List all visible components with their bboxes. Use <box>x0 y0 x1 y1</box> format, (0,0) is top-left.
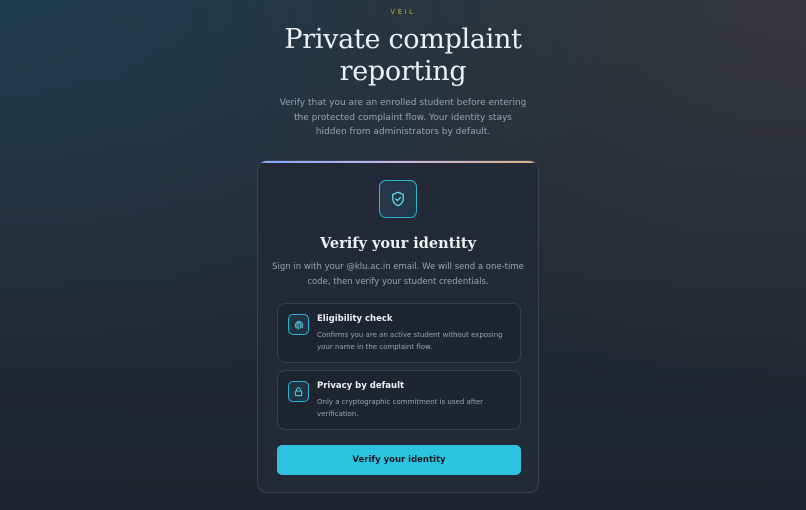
feature-description: Confirms you are an active student witho… <box>317 329 513 353</box>
feature-eligibility-check: Eligibility check Confirms you are an ac… <box>277 303 521 363</box>
verification-card: Verify your identity Sign in with your @… <box>257 160 539 493</box>
feature-title: Privacy by default <box>317 381 405 391</box>
feature-description-line: Confirms you are an active student witho… <box>317 331 503 339</box>
feature-description-line: Only a cryptographic commitment is used … <box>317 398 484 406</box>
card-accent-bar <box>258 161 538 163</box>
lock-icon <box>288 381 309 402</box>
page-subtitle-line: the protected complaint flow. Your ident… <box>293 112 512 123</box>
feature-title: Eligibility check <box>317 314 393 324</box>
card-description-line: Sign in with your @klu.ac.in email. We w… <box>272 262 524 272</box>
page-subtitle-line: Verify that you are an enrolled student … <box>279 98 527 108</box>
feature-description-line: your name in the complaint flow. <box>317 343 433 351</box>
page-subtitle-line: hidden from administrators by default. <box>315 127 491 137</box>
fingerprint-icon <box>288 314 309 335</box>
card-description-line: code, then verify your student credentia… <box>307 277 489 287</box>
verify-identity-button[interactable]: Verify your identity <box>277 445 521 475</box>
page-title: Private complaint reporting <box>0 24 806 88</box>
card-title: Verify your identity <box>319 235 477 252</box>
feature-description-line: verification. <box>317 410 359 418</box>
feature-description: Only a cryptographic commitment is used … <box>317 396 513 420</box>
feature-privacy-by-default: Privacy by default Only a cryptographic … <box>277 370 521 430</box>
card-description: Sign in with your @klu.ac.in email. We w… <box>258 260 538 290</box>
shield-check-icon <box>379 180 417 218</box>
page-title-line: reporting <box>339 56 467 87</box>
brand-name: VEIL <box>390 8 416 16</box>
page-subtitle: Verify that you are an enrolled student … <box>0 96 806 140</box>
page-title-line: Private complaint <box>284 24 522 55</box>
